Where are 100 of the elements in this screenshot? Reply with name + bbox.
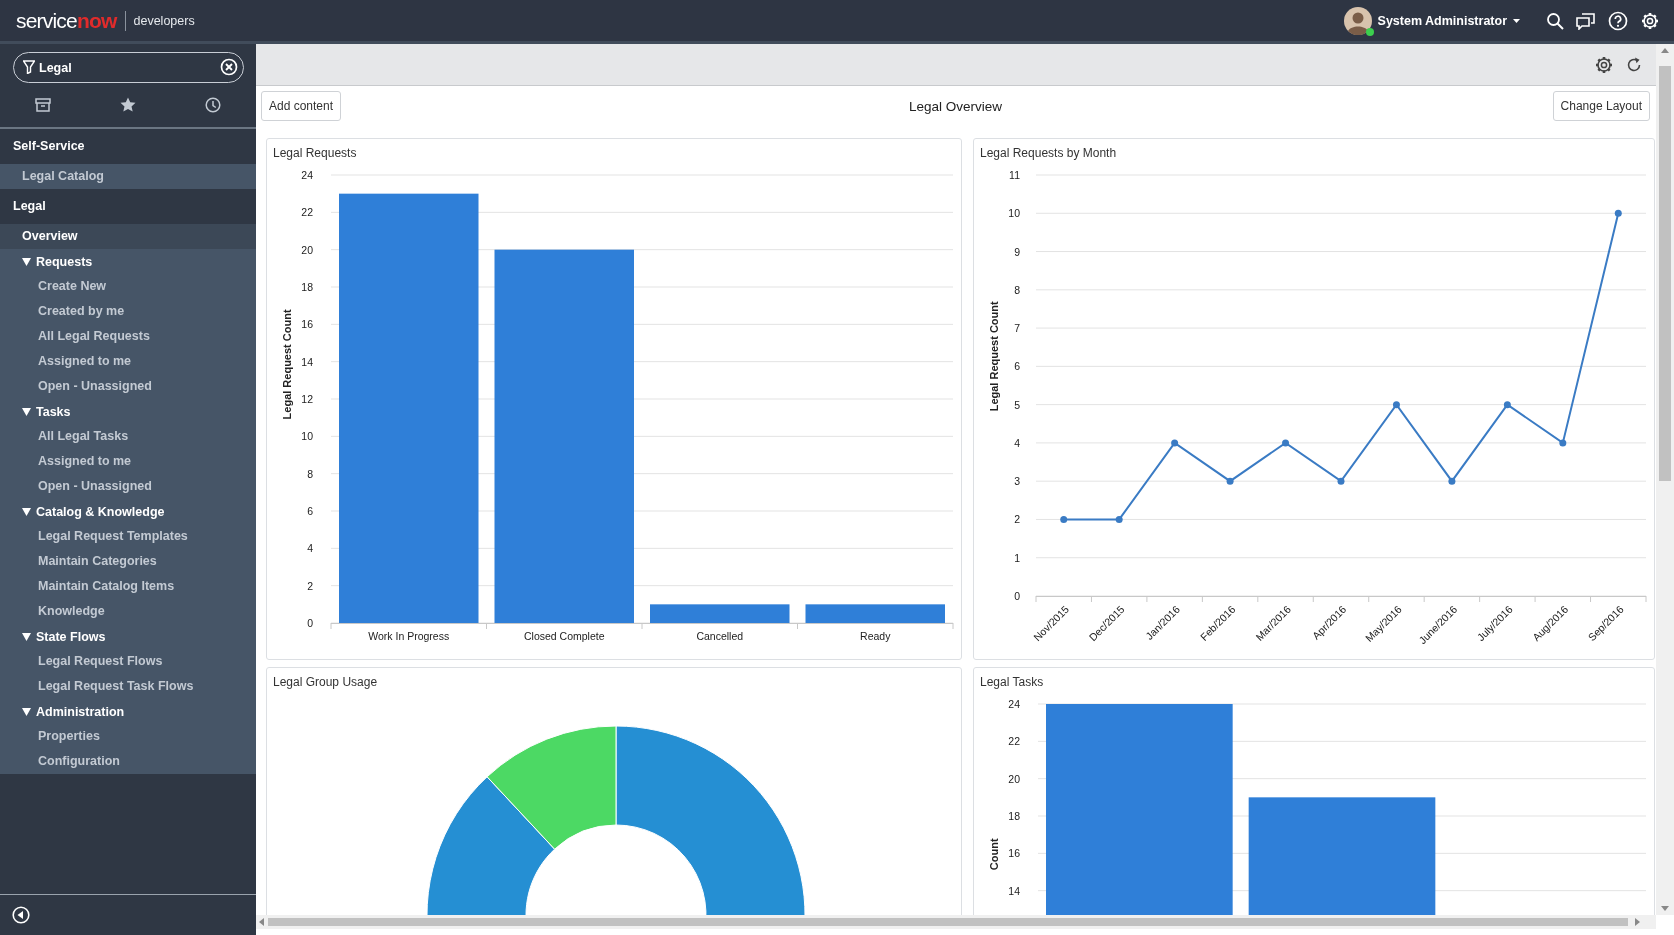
- nav-item[interactable]: Maintain Catalog Items: [0, 574, 256, 599]
- data-point: [1226, 477, 1234, 485]
- clear-icon[interactable]: [220, 58, 238, 76]
- axis-label: 6: [1014, 360, 1020, 373]
- widget-title: Legal Group Usage: [272, 674, 379, 691]
- filter-field[interactable]: Legal: [13, 52, 244, 83]
- category-label: Closed Complete: [524, 630, 605, 642]
- axis-label: 20: [301, 243, 313, 256]
- nav-item[interactable]: Assigned to me: [0, 449, 256, 474]
- nav-item[interactable]: Knowledge: [0, 599, 256, 624]
- change-layout-button[interactable]: Change Layout: [1552, 91, 1650, 121]
- axis-label: 20: [1008, 772, 1020, 785]
- nav-group[interactable]: Tasks: [0, 399, 256, 424]
- axis-label: 14: [301, 355, 313, 368]
- axis-label: 0: [1014, 590, 1020, 602]
- nav-item[interactable]: Legal Request Task Flows: [0, 674, 256, 699]
- data-point: [1503, 401, 1511, 409]
- star-icon[interactable]: [120, 97, 136, 113]
- help-icon[interactable]: [1608, 10, 1628, 31]
- nav-item[interactable]: Legal Catalog: [0, 164, 256, 189]
- axis-label: 18: [1008, 810, 1020, 822]
- axis-label: 10: [301, 430, 313, 443]
- data-point: [1060, 515, 1068, 523]
- nav-item[interactable]: Created by me: [0, 299, 256, 324]
- nav-item[interactable]: All Legal Tasks: [0, 424, 256, 449]
- axis-label: 10: [1008, 207, 1020, 220]
- axis-title: Count: [988, 838, 1000, 871]
- axis-label: 4: [307, 542, 313, 555]
- add-content-button[interactable]: Add content: [261, 91, 342, 121]
- collapse-icon[interactable]: [12, 906, 30, 924]
- axis-label: 0: [307, 617, 313, 629]
- widget-title: Legal Requests by Month: [979, 145, 1118, 162]
- archive-icon[interactable]: [34, 98, 51, 112]
- avatar-icon[interactable]: [1343, 6, 1372, 35]
- axis-label: 5: [1014, 398, 1020, 411]
- axis-label: 2: [1014, 513, 1020, 526]
- axis-label: 6: [307, 505, 313, 517]
- data-point: [1171, 439, 1179, 447]
- vertical-scrollbar[interactable]: [1656, 44, 1674, 915]
- nav-item[interactable]: All Legal Requests: [0, 324, 256, 349]
- data-point: [1559, 439, 1567, 447]
- refresh-icon[interactable]: [1626, 56, 1642, 73]
- axis-label: 8: [1014, 283, 1020, 296]
- axis-label: 1: [1014, 551, 1020, 564]
- nav-item[interactable]: Legal Request Templates: [0, 524, 256, 549]
- axis-label: 22: [1008, 735, 1020, 748]
- data-point: [1337, 477, 1345, 485]
- axis-label: 2: [307, 579, 313, 592]
- data-point: [1448, 477, 1456, 485]
- category-label: Cancelled: [696, 630, 744, 642]
- nav-group[interactable]: Catalog & Knowledge: [0, 499, 256, 524]
- scroll-left-icon[interactable]: [259, 918, 264, 926]
- axis-label: 4: [1014, 436, 1020, 449]
- axis-label: 12: [301, 393, 313, 405]
- settings-icon[interactable]: [1594, 54, 1614, 75]
- axis-label: 14: [1008, 884, 1020, 897]
- axis-label: 8: [307, 467, 313, 480]
- user-menu-button[interactable]: System Administrator: [1377, 13, 1520, 28]
- nav-item[interactable]: Assigned to me: [0, 349, 256, 374]
- chat-icon[interactable]: [1576, 11, 1596, 30]
- search-icon[interactable]: [1546, 11, 1564, 30]
- axis-title: Legal Request Count: [988, 301, 1000, 412]
- category-label: Ready: [860, 630, 891, 642]
- dashboard-title: Legal Overview: [908, 98, 1002, 114]
- category-label: Work In Progress: [368, 630, 450, 642]
- axis-label: 9: [1014, 245, 1020, 258]
- scroll-down-icon[interactable]: [1661, 906, 1669, 911]
- clock-icon[interactable]: [205, 97, 222, 113]
- axis-label: 3: [1014, 475, 1020, 488]
- nav-item[interactable]: Open - Unassigned: [0, 474, 256, 499]
- axis-label: 22: [301, 206, 313, 219]
- widget-title: Legal Requests: [272, 145, 358, 162]
- nav-item[interactable]: Create New: [0, 274, 256, 299]
- axis-label: 11: [1009, 169, 1020, 181]
- scroll-right-icon[interactable]: [1635, 918, 1640, 926]
- axis-label: 7: [1014, 322, 1020, 335]
- nav-item[interactable]: Configuration: [0, 749, 256, 774]
- widget-title: Legal Tasks: [979, 674, 1045, 691]
- data-point: [1392, 401, 1400, 409]
- nav-item[interactable]: Open - Unassigned: [0, 374, 256, 399]
- horizontal-scrollbar[interactable]: [256, 915, 1656, 929]
- nav-item[interactable]: Legal Request Flows: [0, 649, 256, 674]
- data-point: [1115, 515, 1123, 523]
- nav-group[interactable]: Administration: [0, 699, 256, 724]
- axis-label: 24: [1008, 698, 1020, 710]
- nav-group[interactable]: Requests: [0, 249, 256, 274]
- nav-item[interactable]: Maintain Categories: [0, 549, 256, 574]
- nav-item[interactable]: Properties: [0, 724, 256, 749]
- funnel-icon: [23, 60, 35, 74]
- scroll-up-icon[interactable]: [1661, 48, 1669, 53]
- logo[interactable]: servicenow: [16, 8, 117, 33]
- caret-icon: [1513, 18, 1520, 23]
- nav-group[interactable]: State Flows: [0, 624, 256, 649]
- axis-label: 16: [301, 318, 313, 331]
- axis-label: 16: [1008, 847, 1020, 860]
- data-point: [1614, 209, 1622, 217]
- settings-icon[interactable]: [1640, 10, 1660, 31]
- axis-title: Legal Request Count: [281, 309, 293, 420]
- nav-item[interactable]: Overview: [0, 224, 256, 249]
- axis-label: 18: [301, 281, 313, 293]
